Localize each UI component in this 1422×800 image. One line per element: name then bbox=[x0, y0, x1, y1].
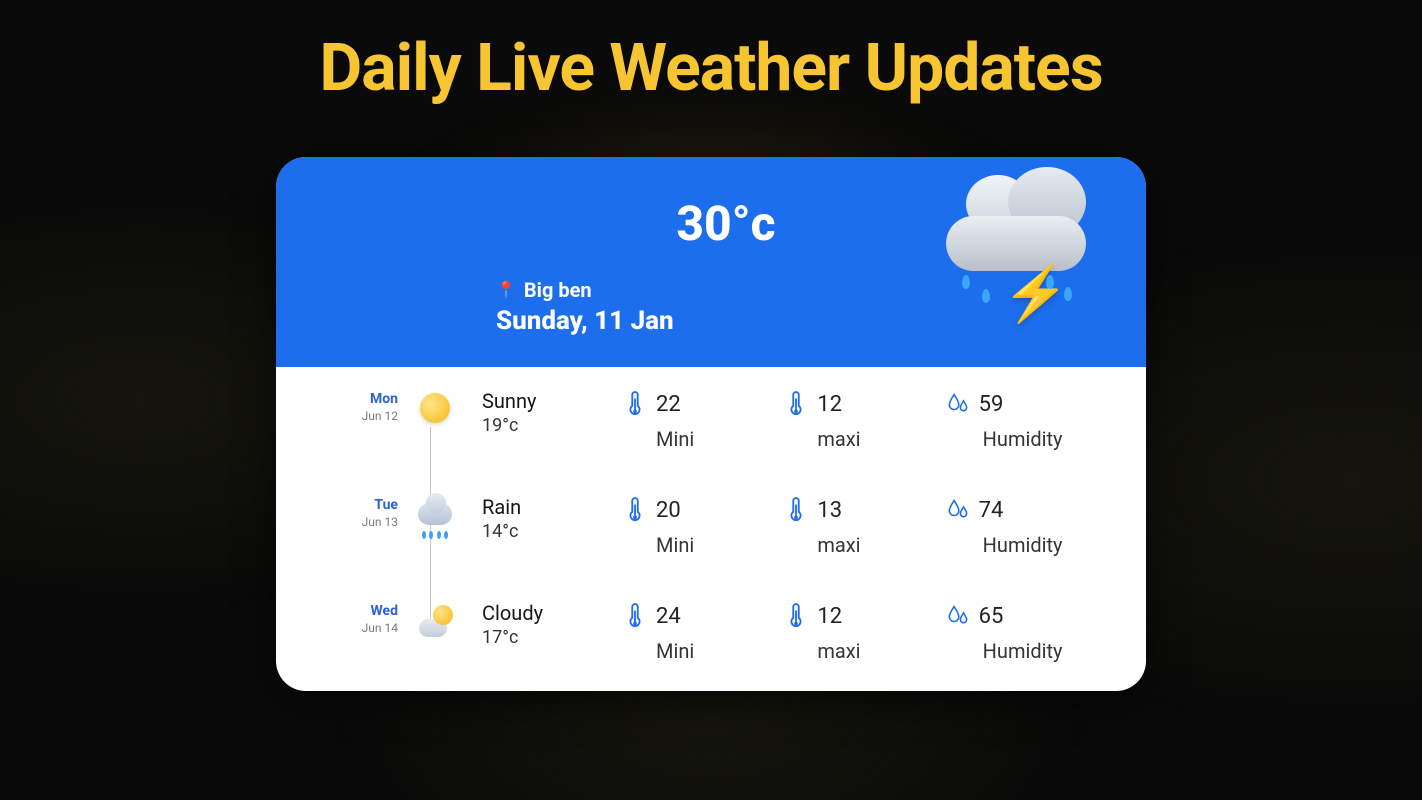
humidity-label: Humidity bbox=[983, 639, 1063, 663]
humidity-value: 65 bbox=[979, 604, 1004, 629]
mini-label: Mini bbox=[656, 639, 694, 663]
header-info: 30°c 📍 Big ben Sunday, 11 Jan bbox=[326, 195, 896, 336]
maxi-label: maxi bbox=[817, 533, 860, 557]
storm-cloud-icon: ⚡ bbox=[926, 185, 1096, 345]
condition-name: Cloudy bbox=[482, 601, 612, 625]
maxi-label: maxi bbox=[817, 427, 860, 451]
mini-value: 24 bbox=[656, 604, 681, 629]
condition-column: Sunny 19°c bbox=[482, 389, 612, 436]
mini-value: 22 bbox=[656, 392, 681, 417]
weather-card-glow: 30°c 📍 Big ben Sunday, 11 Jan ⚡ bbox=[276, 157, 1146, 691]
condition-column: Rain 14°c bbox=[482, 495, 612, 542]
thermometer-icon bbox=[624, 389, 646, 419]
humidity-label: Humidity bbox=[983, 533, 1063, 557]
condition-temp: 14°c bbox=[482, 521, 612, 542]
maxi-metric: 13 maxi bbox=[785, 495, 934, 557]
current-date: Sunday, 11 Jan bbox=[496, 306, 674, 336]
maxi-value: 12 bbox=[817, 392, 842, 417]
day-column: Wed Jun 14 bbox=[326, 601, 404, 635]
location-pin-icon: 📍 bbox=[496, 280, 516, 299]
partly-cloudy-icon bbox=[416, 601, 454, 639]
day-date: Jun 13 bbox=[326, 515, 398, 529]
day-column: Mon Jun 12 bbox=[326, 389, 404, 423]
weather-card: 30°c 📍 Big ben Sunday, 11 Jan ⚡ bbox=[276, 157, 1146, 691]
day-date: Jun 14 bbox=[326, 621, 398, 635]
maxi-value: 13 bbox=[817, 498, 842, 523]
location-row: 📍 Big ben bbox=[496, 278, 592, 302]
humidity-icon bbox=[947, 601, 969, 631]
day-name: Mon bbox=[326, 391, 398, 407]
rain-icon bbox=[416, 495, 454, 533]
humidity-value: 59 bbox=[979, 392, 1004, 417]
humidity-icon bbox=[947, 389, 969, 419]
mini-label: Mini bbox=[656, 427, 694, 451]
mini-metric: 24 Mini bbox=[624, 601, 773, 663]
thermometer-icon bbox=[624, 601, 646, 631]
condition-temp: 17°c bbox=[482, 627, 612, 648]
forecast-list: Mon Jun 12 Sunny 19°c 22 Mini bbox=[276, 367, 1146, 691]
day-name: Tue bbox=[326, 497, 398, 513]
day-name: Wed bbox=[326, 603, 398, 619]
forecast-row: Tue Jun 13 Rain 14°c 20 Mini bbox=[326, 495, 1096, 557]
humidity-metric: 65 Humidity bbox=[947, 601, 1096, 663]
maxi-value: 12 bbox=[817, 604, 842, 629]
humidity-icon bbox=[947, 495, 969, 525]
humidity-label: Humidity bbox=[983, 427, 1063, 451]
forecast-row: Mon Jun 12 Sunny 19°c 22 Mini bbox=[326, 389, 1096, 451]
card-header: 30°c 📍 Big ben Sunday, 11 Jan ⚡ bbox=[276, 157, 1146, 367]
day-date: Jun 12 bbox=[326, 409, 398, 423]
maxi-metric: 12 maxi bbox=[785, 601, 934, 663]
mini-label: Mini bbox=[656, 533, 694, 557]
humidity-metric: 59 Humidity bbox=[947, 389, 1096, 451]
thermometer-icon bbox=[624, 495, 646, 525]
humidity-value: 74 bbox=[979, 498, 1004, 523]
location-name: Big ben bbox=[524, 278, 592, 302]
page-title: Daily Live Weather Updates bbox=[319, 30, 1102, 107]
forecast-row: Wed Jun 14 Cloudy 17°c 24 Mini bbox=[326, 601, 1096, 663]
thermometer-icon bbox=[785, 601, 807, 631]
condition-temp: 19°c bbox=[482, 415, 612, 436]
day-column: Tue Jun 13 bbox=[326, 495, 404, 529]
condition-column: Cloudy 17°c bbox=[482, 601, 612, 648]
humidity-metric: 74 Humidity bbox=[947, 495, 1096, 557]
mini-metric: 22 Mini bbox=[624, 389, 773, 451]
mini-value: 20 bbox=[656, 498, 681, 523]
condition-name: Rain bbox=[482, 495, 612, 519]
condition-name: Sunny bbox=[482, 389, 612, 413]
maxi-label: maxi bbox=[817, 639, 860, 663]
current-temperature: 30°c bbox=[676, 195, 775, 252]
mini-metric: 20 Mini bbox=[624, 495, 773, 557]
thermometer-icon bbox=[785, 389, 807, 419]
maxi-metric: 12 maxi bbox=[785, 389, 934, 451]
thermometer-icon bbox=[785, 495, 807, 525]
sun-icon bbox=[416, 389, 454, 427]
